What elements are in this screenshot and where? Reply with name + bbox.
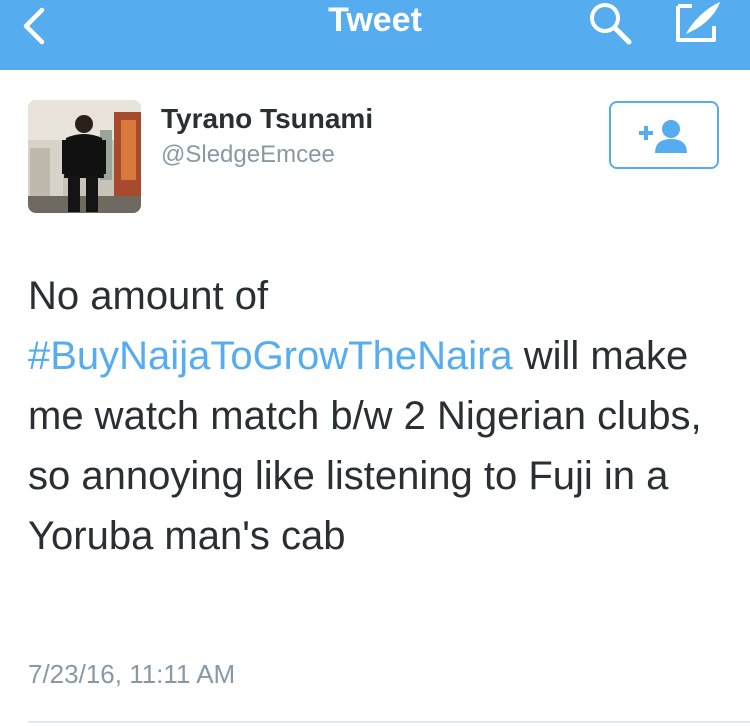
tweet-timestamp: 7/23/16, 11:11 AM xyxy=(28,659,236,689)
search-icon xyxy=(590,3,632,45)
tweet-text-before: No amount of xyxy=(28,274,269,318)
display-name[interactable]: Tyrano Tsunami xyxy=(161,102,373,136)
avatar[interactable] xyxy=(28,100,141,213)
divider xyxy=(28,721,750,723)
compose-button[interactable] xyxy=(670,0,726,48)
page-title: Tweet xyxy=(328,1,422,39)
tweet-text: No amount of #BuyNaijaToGrowTheNaira wil… xyxy=(28,266,728,566)
hashtag-link[interactable]: #BuyNaijaToGrowTheNaira xyxy=(28,334,513,378)
add-user-icon xyxy=(639,120,687,153)
avatar-photo xyxy=(28,100,141,213)
user-handle[interactable]: @SledgeEmcee xyxy=(161,140,335,170)
follow-button[interactable] xyxy=(609,101,719,169)
compose-icon xyxy=(676,2,720,42)
search-button[interactable] xyxy=(585,0,637,48)
top-nav-bar: Tweet xyxy=(0,0,750,70)
